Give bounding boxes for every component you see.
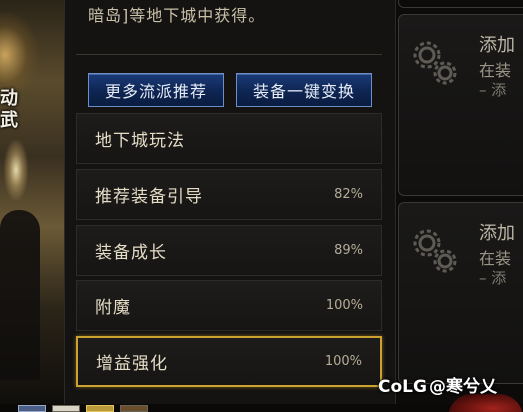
scene-light bbox=[4, 140, 28, 200]
menu-item-percent: 100% bbox=[324, 354, 362, 369]
card-note: – 添 bbox=[479, 269, 507, 287]
watermark-text: @寒兮乂 bbox=[428, 377, 497, 397]
menu-item-label: 地下城玩法 bbox=[95, 131, 185, 151]
hotbar-slot[interactable] bbox=[18, 405, 46, 412]
scene-text-2: 武 bbox=[0, 110, 18, 131]
menu-item-buff-enhance[interactable]: 增益强化 100% bbox=[76, 336, 382, 387]
card-subtitle: 在装 bbox=[479, 249, 512, 268]
menu-item-gear-growth[interactable]: 装备成长 89% bbox=[76, 225, 382, 276]
hotbar-slot[interactable] bbox=[86, 405, 114, 412]
menu-item-label: 推荐装备引导 bbox=[95, 187, 203, 207]
character-figure bbox=[0, 210, 40, 380]
menu-item-enchant[interactable]: 附魔 100% bbox=[76, 280, 382, 331]
gears-icon bbox=[413, 229, 457, 273]
hotbar-slot[interactable] bbox=[52, 405, 80, 412]
game-scene: 动 武 bbox=[0, 0, 64, 412]
card-note: – 添 bbox=[479, 81, 507, 99]
add-card[interactable]: 添加 在装 – 添 bbox=[398, 202, 523, 384]
card-subtitle: 在装 bbox=[479, 61, 512, 80]
menu-item-label: 附魔 bbox=[95, 298, 131, 318]
card-title: 添加 bbox=[479, 35, 515, 56]
add-card[interactable]: 添加 在装 – 添 bbox=[398, 14, 523, 196]
divider bbox=[76, 54, 382, 55]
card-fragment bbox=[398, 0, 523, 8]
menu-item-percent: 89% bbox=[334, 243, 363, 258]
scene-glow bbox=[0, 10, 40, 100]
one-click-swap-button[interactable]: 装备一键变换 bbox=[236, 73, 372, 107]
more-builds-button[interactable]: 更多流派推荐 bbox=[88, 73, 224, 107]
intro-text: 暗岛]等地下城中获得。 bbox=[88, 6, 266, 25]
menu-item-recommended-gear[interactable]: 推荐装备引导 82% bbox=[76, 169, 382, 220]
menu-item-label: 增益强化 bbox=[96, 354, 168, 374]
scene-text-1: 动 bbox=[0, 88, 18, 109]
menu-item-dungeon-play[interactable]: 地下城玩法 bbox=[76, 113, 382, 164]
menu-item-label: 装备成长 bbox=[95, 243, 167, 263]
hotbar-slot[interactable] bbox=[120, 405, 148, 412]
card-title: 添加 bbox=[479, 223, 515, 244]
gears-icon bbox=[413, 41, 457, 85]
watermark-brand: CoLG bbox=[378, 377, 427, 397]
menu-item-percent: 100% bbox=[325, 298, 363, 313]
menu-item-percent: 82% bbox=[334, 187, 363, 202]
watermark: CoLG @寒兮乂 bbox=[378, 372, 497, 397]
